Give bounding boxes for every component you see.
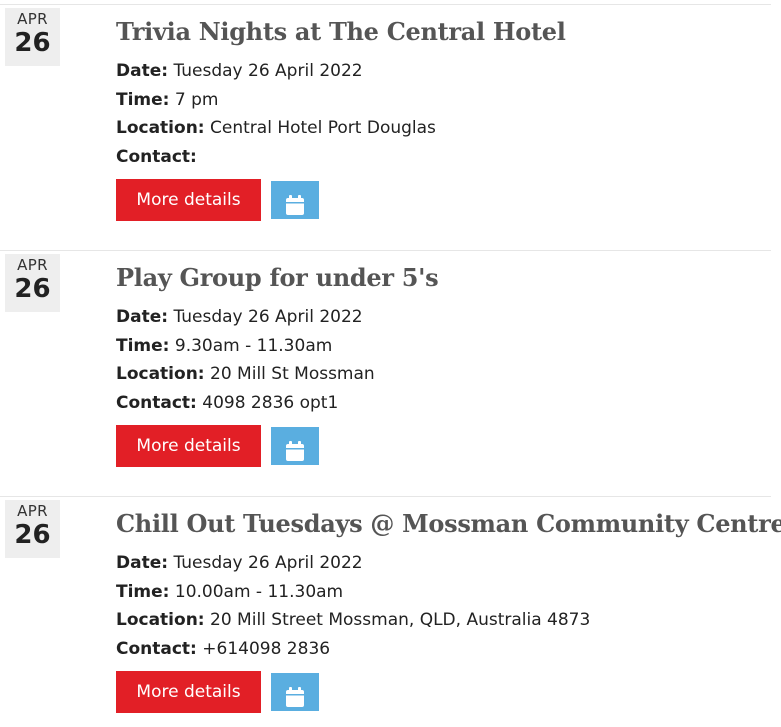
time-label: Time: — [116, 335, 170, 356]
contact-value: 4098 2836 opt1 — [202, 392, 339, 413]
location-value: 20 Mill Street Mossman, QLD, Australia 4… — [210, 610, 591, 630]
time-value: 7 pm — [174, 89, 219, 110]
location-value: 20 Mill St Mossman — [210, 364, 375, 384]
contact-row: Contact: — [116, 143, 436, 172]
contact-label: Contact: — [116, 146, 197, 167]
location-label: Location: — [116, 118, 205, 138]
event-meta: Date: Tuesday 26 April 2022 Time: 9.30am… — [116, 303, 375, 417]
date-badge: APR 26 — [5, 254, 60, 312]
event-title[interactable]: Trivia Nights at The Central Hotel — [116, 17, 566, 46]
location-row: Location: 20 Mill St Mossman — [116, 360, 375, 389]
calendar-icon — [286, 686, 304, 707]
date-badge: APR 26 — [5, 500, 60, 558]
contact-row: Contact: 4098 2836 opt1 — [116, 389, 375, 418]
date-month: APR — [17, 10, 48, 28]
date-month: APR — [17, 256, 48, 274]
add-to-calendar-button[interactable] — [271, 181, 319, 219]
location-row: Location: Central Hotel Port Douglas — [116, 114, 436, 143]
more-details-button[interactable]: More details — [116, 425, 261, 467]
date-value: Tuesday 26 April 2022 — [173, 61, 363, 81]
time-row: Time: 9.30am - 11.30am — [116, 332, 375, 361]
event-item: APR 26 Chill Out Tuesdays @ Mossman Comm… — [0, 492, 781, 727]
time-row: Time: 7 pm — [116, 86, 436, 115]
location-row: Location: 20 Mill Street Mossman, QLD, A… — [116, 606, 590, 635]
location-value: Central Hotel Port Douglas — [210, 118, 436, 138]
event-title[interactable]: Chill Out Tuesdays @ Mossman Community C… — [116, 509, 781, 538]
event-meta: Date: Tuesday 26 April 2022 Time: 10.00a… — [116, 549, 590, 663]
time-label: Time: — [116, 89, 170, 110]
event-title[interactable]: Play Group for under 5's — [116, 263, 439, 292]
date-label: Date: — [116, 553, 169, 573]
add-to-calendar-button[interactable] — [271, 673, 319, 711]
calendar-icon — [286, 194, 304, 215]
time-value: 9.30am - 11.30am — [174, 335, 333, 356]
date-row: Date: Tuesday 26 April 2022 — [116, 303, 375, 332]
event-item: APR 26 Trivia Nights at The Central Hote… — [0, 0, 781, 246]
divider — [0, 250, 771, 251]
date-row: Date: Tuesday 26 April 2022 — [116, 549, 590, 578]
contact-row: Contact: +614098 2836 — [116, 635, 590, 664]
location-label: Location: — [116, 364, 205, 384]
event-item: APR 26 Play Group for under 5's Date: Tu… — [0, 246, 781, 492]
add-to-calendar-button[interactable] — [271, 427, 319, 465]
time-label: Time: — [116, 581, 170, 602]
date-day: 26 — [14, 28, 51, 58]
divider — [0, 496, 771, 497]
date-value: Tuesday 26 April 2022 — [173, 307, 363, 327]
contact-value: +614098 2836 — [202, 638, 331, 659]
calendar-icon — [286, 440, 304, 461]
date-row: Date: Tuesday 26 April 2022 — [116, 57, 436, 86]
time-row: Time: 10.00am - 11.30am — [116, 578, 590, 607]
contact-label: Contact: — [116, 638, 197, 659]
time-value: 10.00am - 11.30am — [174, 581, 344, 602]
more-details-button[interactable]: More details — [116, 179, 261, 221]
date-month: APR — [17, 502, 48, 520]
date-badge: APR 26 — [5, 8, 60, 66]
contact-label: Contact: — [116, 392, 197, 413]
event-list: APR 26 Trivia Nights at The Central Hote… — [0, 0, 781, 727]
location-label: Location: — [116, 610, 205, 630]
date-day: 26 — [14, 520, 51, 550]
divider — [0, 4, 771, 5]
event-meta: Date: Tuesday 26 April 2022 Time: 7 pm L… — [116, 57, 436, 171]
date-label: Date: — [116, 307, 169, 327]
date-value: Tuesday 26 April 2022 — [173, 553, 363, 573]
date-day: 26 — [14, 274, 51, 304]
date-label: Date: — [116, 61, 169, 81]
more-details-button[interactable]: More details — [116, 671, 261, 713]
